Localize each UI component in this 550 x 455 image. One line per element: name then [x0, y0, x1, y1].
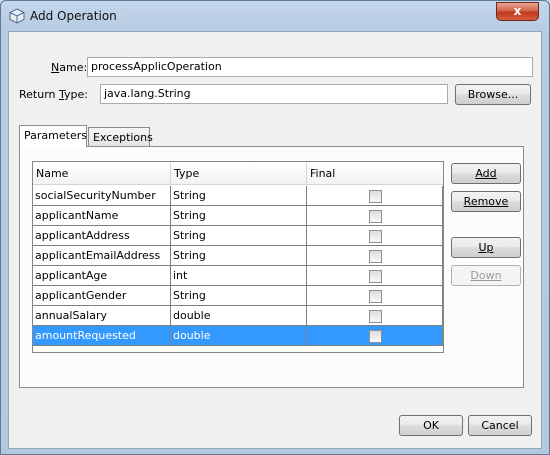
param-name-cell[interactable]: applicantEmailAddress — [33, 246, 171, 266]
param-type-cell[interactable]: String — [171, 206, 307, 226]
cancel-button[interactable]: Cancel — [468, 415, 532, 436]
close-icon: x — [513, 4, 522, 18]
name-input[interactable]: processApplicOperation — [87, 57, 533, 77]
table-row[interactable]: applicantAge int — [33, 266, 443, 286]
dialog-window: Add Operation x Name: processApplicOpera… — [0, 0, 550, 455]
up-button[interactable]: Up — [451, 237, 521, 258]
cube-icon — [9, 8, 25, 24]
param-type-cell[interactable]: int — [171, 266, 307, 286]
param-type-cell[interactable]: String — [171, 226, 307, 246]
param-type-cell[interactable]: double — [171, 326, 307, 346]
table-row[interactable]: applicantGender String — [33, 286, 443, 306]
ok-button[interactable]: OK — [399, 415, 463, 436]
table-header: Name Type Final — [33, 162, 443, 185]
final-checkbox[interactable] — [369, 290, 382, 303]
dialog-content: Name: processApplicOperation Return Type… — [8, 31, 542, 449]
tab-exceptions[interactable]: Exceptions — [88, 127, 153, 147]
column-header-type[interactable]: Type — [171, 162, 307, 185]
param-final-cell[interactable] — [307, 306, 443, 326]
param-final-cell[interactable] — [307, 226, 443, 246]
return-type-input[interactable]: java.lang.String — [100, 84, 448, 104]
param-name-cell[interactable]: annualSalary — [33, 306, 171, 326]
parameters-table: Name Type Final socialSecurityNumber Stri… — [32, 161, 444, 353]
param-name-cell[interactable]: applicantName — [33, 206, 171, 226]
close-button[interactable]: x — [496, 2, 539, 21]
param-final-cell[interactable] — [307, 326, 443, 346]
window-title: Add Operation — [30, 9, 117, 23]
name-label-mnemonic: N — [51, 61, 60, 74]
table-row[interactable]: amountRequested double — [33, 326, 443, 346]
param-name-cell[interactable]: applicantGender — [33, 286, 171, 306]
return-type-label-text: ype: — [64, 88, 88, 101]
name-label-text: ame: — [59, 61, 88, 74]
param-final-cell[interactable] — [307, 206, 443, 226]
name-label: Name: — [51, 61, 87, 74]
remove-button-label: Remove — [463, 195, 509, 208]
column-header-name[interactable]: Name — [33, 162, 171, 185]
param-final-cell[interactable] — [307, 266, 443, 286]
param-type-cell[interactable]: double — [171, 306, 307, 326]
final-checkbox[interactable] — [369, 210, 382, 223]
up-button-label: Up — [478, 241, 494, 254]
final-checkbox[interactable] — [369, 270, 382, 283]
table-row[interactable]: applicantAddress String — [33, 226, 443, 246]
param-name-cell[interactable]: applicantAge — [33, 266, 171, 286]
title-bar[interactable]: Add Operation x — [1, 1, 549, 31]
browse-button[interactable]: Browse... — [455, 84, 531, 105]
param-final-cell[interactable] — [307, 186, 443, 206]
param-name-cell[interactable]: applicantAddress — [33, 226, 171, 246]
return-type-label-pre: Return — [19, 88, 59, 101]
table-row[interactable]: applicantName String — [33, 206, 443, 226]
table-row[interactable]: applicantEmailAddress String — [33, 246, 443, 266]
table-row[interactable]: socialSecurityNumber String — [33, 186, 443, 206]
tab-parameters[interactable]: Parameters — [19, 125, 87, 147]
param-final-cell[interactable] — [307, 246, 443, 266]
param-name-cell[interactable]: socialSecurityNumber — [33, 186, 171, 206]
table-row[interactable]: annualSalary double — [33, 306, 443, 326]
final-checkbox[interactable] — [369, 330, 382, 343]
parameters-panel: Name Type Final socialSecurityNumber Stri… — [19, 146, 524, 388]
column-header-final[interactable]: Final — [307, 162, 443, 185]
param-name-cell[interactable]: amountRequested — [33, 326, 171, 346]
down-button[interactable]: Down — [451, 265, 521, 286]
add-button[interactable]: Add — [451, 163, 521, 184]
down-button-label: Down — [470, 269, 502, 282]
param-type-cell[interactable]: String — [171, 186, 307, 206]
final-checkbox[interactable] — [369, 310, 382, 323]
remove-button[interactable]: Remove — [451, 191, 521, 212]
param-final-cell[interactable] — [307, 286, 443, 306]
final-checkbox[interactable] — [369, 190, 382, 203]
add-button-label: Add — [475, 167, 497, 180]
return-type-label: Return Type: — [19, 88, 88, 101]
final-checkbox[interactable] — [369, 230, 382, 243]
final-checkbox[interactable] — [369, 250, 382, 263]
param-type-cell[interactable]: String — [171, 286, 307, 306]
param-type-cell[interactable]: String — [171, 246, 307, 266]
